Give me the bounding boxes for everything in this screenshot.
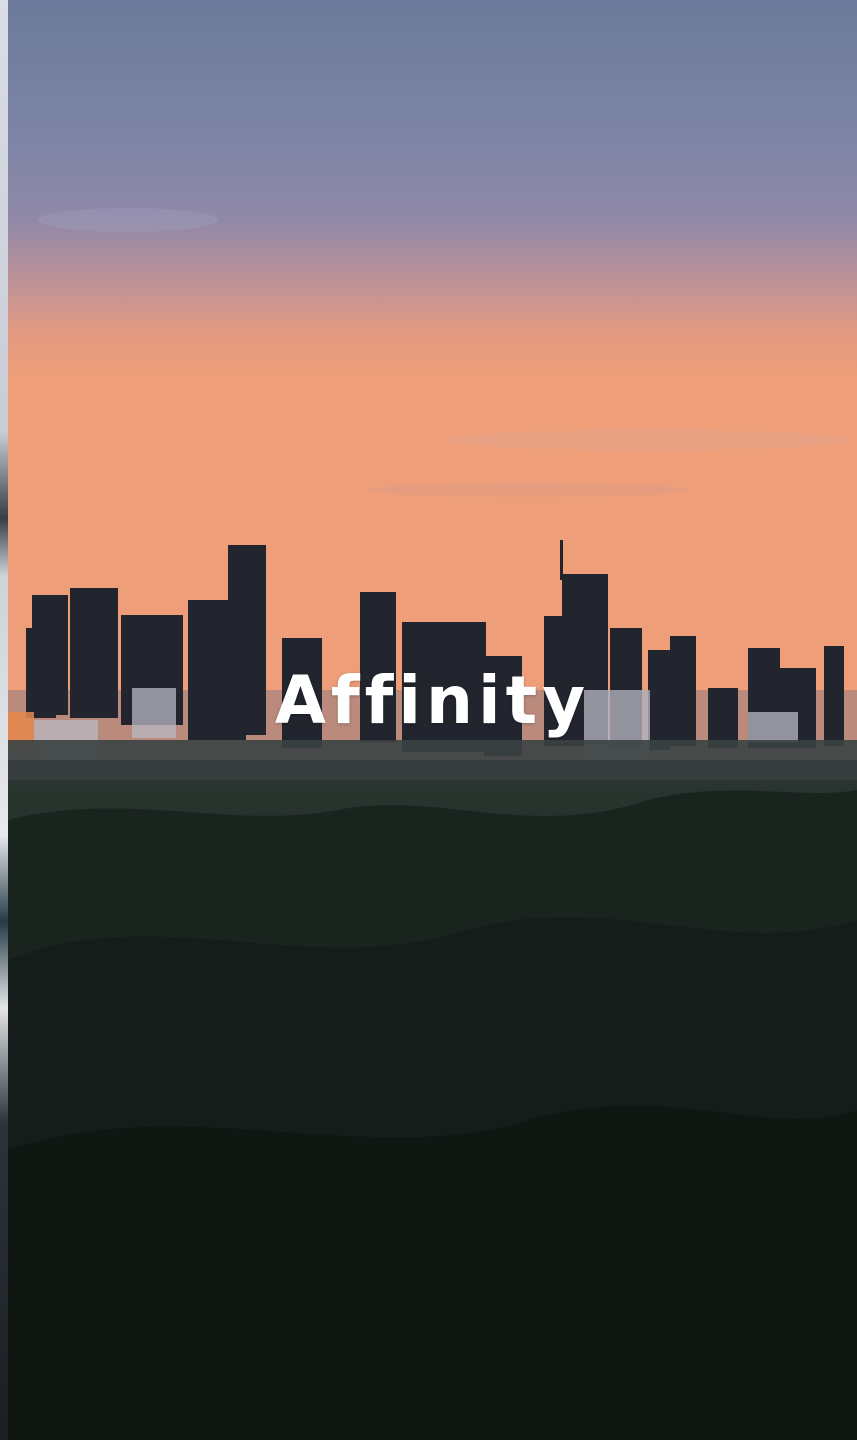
app-title: Affinity [274, 662, 591, 739]
previous-page-edge [0, 0, 8, 1440]
splash-screen: Affinity [0, 0, 857, 1440]
